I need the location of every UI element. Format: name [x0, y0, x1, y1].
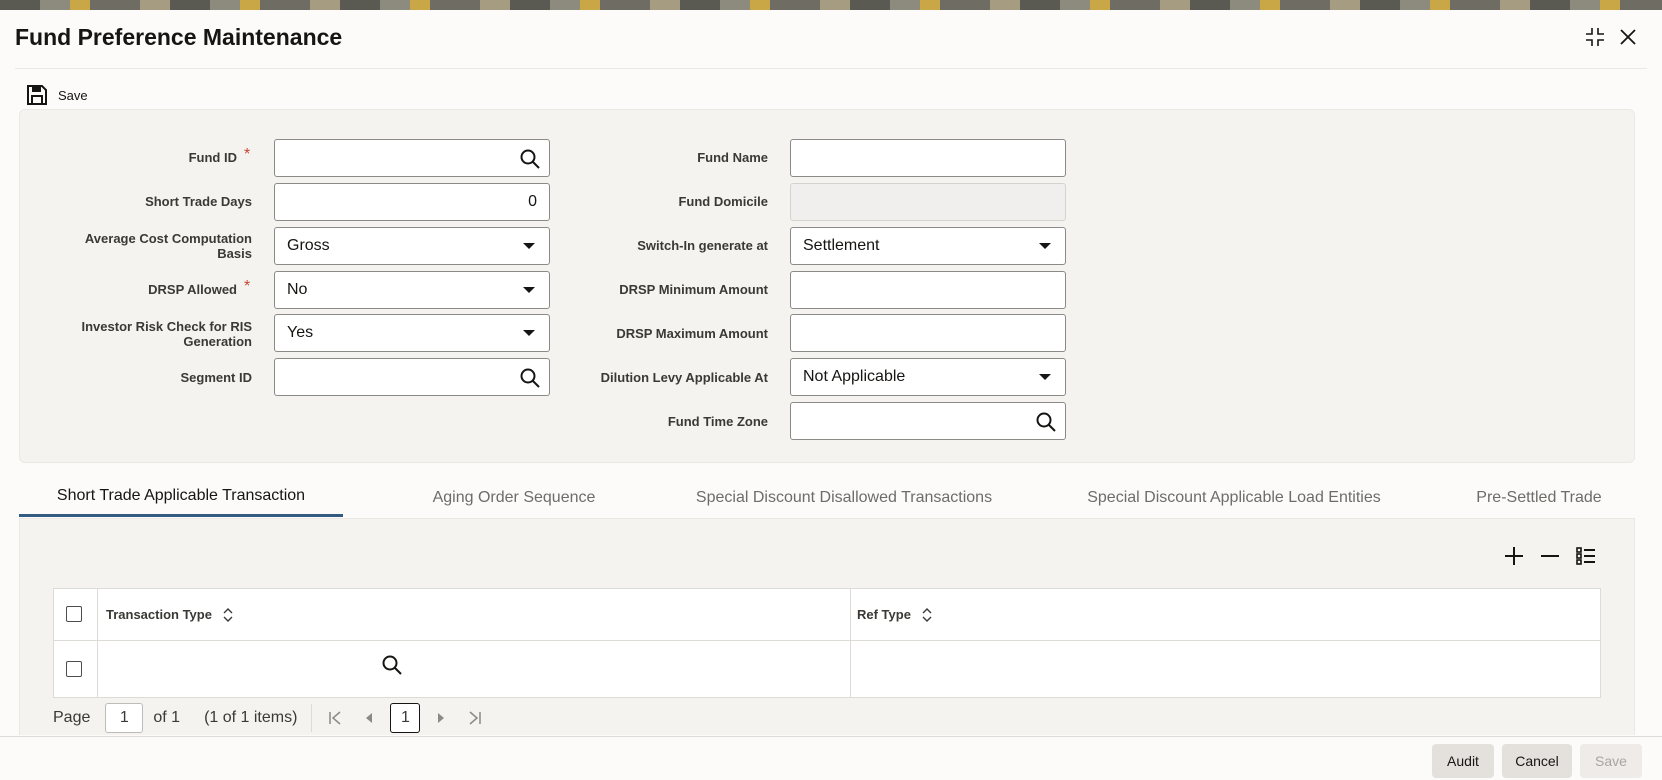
drsp-allowed-required-marker: * [244, 278, 251, 295]
segment-id-input[interactable] [274, 358, 550, 396]
chevron-down-icon [523, 243, 535, 249]
fund-id-label: Fund ID [188, 150, 237, 165]
switch-in-generate-select[interactable]: Settlement [790, 227, 1066, 265]
search-icon[interactable] [519, 148, 541, 170]
segment-id-label: Segment ID [180, 370, 252, 385]
drsp-allowed-label: DRSP Allowed [148, 282, 237, 297]
fund-id-required-marker: * [244, 146, 251, 163]
grid-divider [97, 589, 98, 697]
save-icon [27, 85, 47, 105]
sort-icon[interactable] [921, 607, 933, 622]
fund-id-input[interactable] [274, 139, 550, 177]
drsp-allowed-select[interactable]: No [274, 271, 550, 309]
chevron-down-icon [523, 330, 535, 336]
window-top-strip [0, 0, 1662, 10]
fund-domicile-label: Fund Domicile [678, 194, 768, 209]
close-icon[interactable] [1615, 24, 1641, 50]
grid-divider [850, 589, 851, 697]
page-of-label: of 1 [153, 709, 181, 726]
toolbar-save-button[interactable]: Save [26, 82, 88, 108]
items-count-label: (1 of 1 items) [204, 709, 298, 726]
investor-risk-check-select[interactable]: Yes [274, 314, 550, 352]
add-row-icon[interactable] [1503, 545, 1525, 567]
fund-domicile-input [790, 183, 1066, 221]
grid-header-divider [54, 640, 1600, 641]
page-title: Fund Preference Maintenance [15, 24, 343, 50]
drsp-min-amount-input[interactable] [790, 271, 1066, 309]
chevron-down-icon [1039, 243, 1051, 249]
dilution-levy-select[interactable]: Not Applicable [790, 358, 1066, 396]
short-trade-days-label: Short Trade Days [145, 194, 252, 209]
cancel-button[interactable]: Cancel [1502, 744, 1572, 778]
maximize-icon[interactable] [1582, 24, 1608, 50]
tab-aging-order-sequence[interactable]: Aging Order Sequence [389, 478, 639, 517]
row-checkbox[interactable] [66, 661, 82, 677]
fund-time-zone-label: Fund Time Zone [667, 414, 768, 429]
toolbar-save-label: Save [58, 87, 88, 103]
column-header-ref-type[interactable]: Ref Type [857, 589, 933, 640]
page-number-input[interactable]: 1 [105, 703, 144, 733]
fund-name-input[interactable] [790, 139, 1066, 177]
dilution-levy-label: Dilution Levy Applicable At [600, 370, 768, 385]
investor-risk-check-label: Investor Risk Check for RIS Generation [81, 319, 253, 349]
title-divider [15, 68, 1647, 69]
page-label: Page [53, 709, 91, 726]
tab-special-discount-applicable-load-entities[interactable]: Special Discount Applicable Load Entitie… [1069, 478, 1399, 517]
search-icon[interactable] [519, 367, 541, 389]
last-page-icon[interactable] [464, 707, 486, 729]
remove-row-icon[interactable] [1539, 545, 1561, 567]
chevron-down-icon [1039, 374, 1051, 380]
tab-special-discount-disallowed-transactions[interactable]: Special Discount Disallowed Transactions [679, 478, 1009, 517]
search-icon[interactable] [1035, 411, 1057, 433]
grid-toolbar [1503, 545, 1597, 567]
tab-short-trade-applicable-transaction[interactable]: Short Trade Applicable Transaction [19, 478, 343, 517]
first-page-icon[interactable] [324, 707, 346, 729]
footer-bar: Audit Cancel Save [0, 736, 1662, 780]
drsp-min-amount-label: DRSP Minimum Amount [619, 282, 768, 297]
tab-bar: Short Trade Applicable Transaction Aging… [19, 478, 1635, 517]
short-trade-days-input[interactable]: 0 [274, 183, 550, 221]
current-page-button[interactable]: 1 [390, 703, 421, 733]
drsp-max-amount-input[interactable] [790, 314, 1066, 352]
sort-icon[interactable] [222, 607, 234, 622]
audit-button[interactable]: Audit [1432, 744, 1494, 778]
switch-in-generate-label: Switch-In generate at [637, 238, 768, 253]
pagination: Page 1 of 1 (1 of 1 items) 1 [53, 700, 1601, 736]
select-all-checkbox[interactable] [66, 606, 82, 622]
save-button[interactable]: Save [1580, 744, 1642, 778]
transactions-table: Transaction Type Ref Type [53, 588, 1601, 698]
chevron-down-icon [523, 287, 535, 293]
avg-cost-basis-label: Average Cost Computation Basis [84, 231, 252, 261]
fund-name-label: Fund Name [697, 150, 768, 165]
tab-pre-settled-trade[interactable]: Pre-Settled Trade [1449, 478, 1629, 517]
fund-time-zone-input[interactable] [790, 402, 1066, 440]
column-header-transaction-type[interactable]: Transaction Type [106, 589, 234, 640]
list-view-icon[interactable] [1575, 545, 1597, 567]
search-icon[interactable] [381, 654, 403, 676]
avg-cost-basis-select[interactable]: Gross [274, 227, 550, 265]
next-page-icon[interactable] [430, 707, 452, 729]
prev-page-icon[interactable] [358, 707, 380, 729]
pager-divider [311, 704, 313, 732]
drsp-max-amount-label: DRSP Maximum Amount [616, 326, 768, 341]
